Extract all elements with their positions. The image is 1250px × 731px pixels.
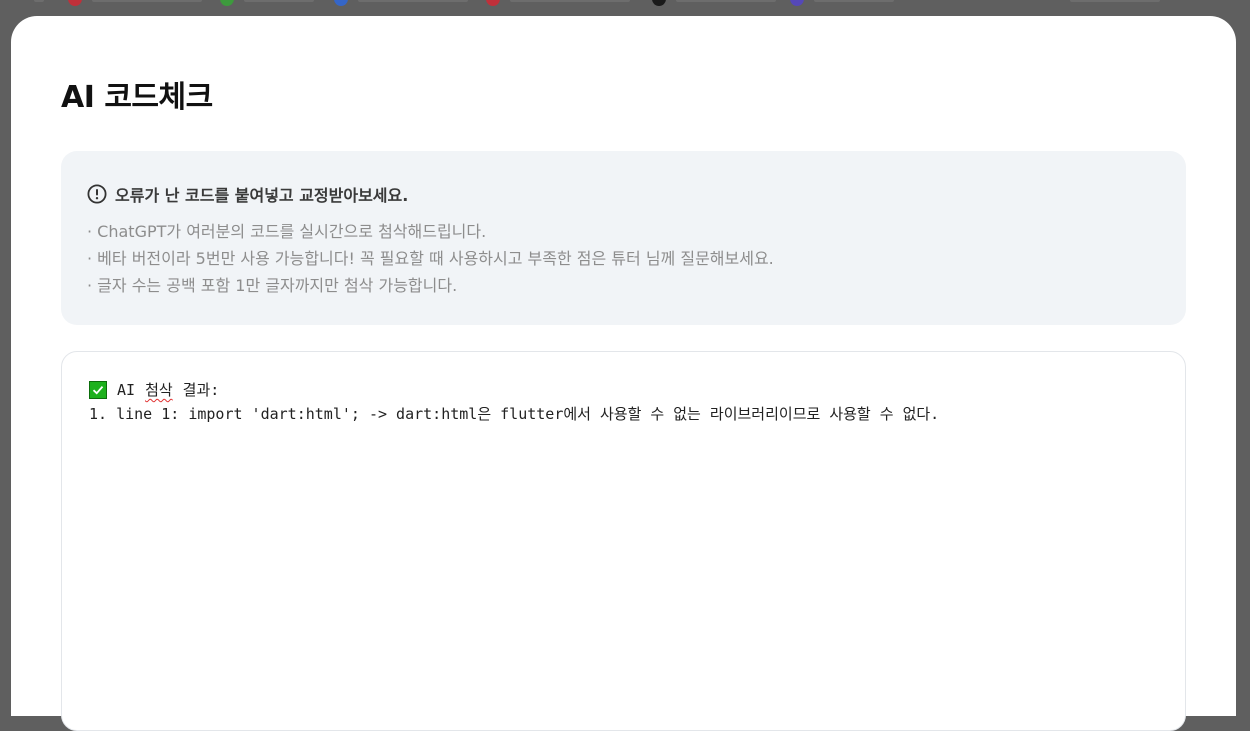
notice-header: 오류가 난 코드를 붙여넣고 교정받아보세요. [87,182,408,206]
green-checkmark-icon [89,381,107,399]
result-panel[interactable]: AI 첨삭 결과: 1. line 1: import 'dart:html';… [61,351,1186,731]
background-divider [92,0,202,2]
result-suffix: 결과: [182,381,220,399]
result-header: AI 첨삭 결과: [89,379,219,401]
notice-item: · 베타 버전이라 5번만 사용 가능합니다! 꼭 필요할 때 사용하시고 부족… [87,249,774,268]
background-favicon [220,0,234,6]
notice-list: · ChatGPT가 여러분의 코드를 실시간으로 첨삭해드립니다. · 베타 … [87,218,774,299]
notice-title: 오류가 난 코드를 붙여넣고 교정받아보세요. [115,186,409,205]
background-favicon [790,0,804,6]
exclamation-circle-icon [87,184,107,204]
result-label: 첨삭 [145,381,173,399]
notice-item: · 글자 수는 공백 포함 1만 글자까지만 첨삭 가능합니다. [87,276,458,295]
notice-item: · ChatGPT가 여러분의 코드를 실시간으로 첨삭해드립니다. [87,222,487,241]
background-divider [34,0,44,2]
background-tab-strip [0,0,1250,16]
result-prefix: AI [117,381,136,399]
notice-box: 오류가 난 코드를 붙여넣고 교정받아보세요. · ChatGPT가 여러분의 … [61,151,1186,325]
result-line: 1. line 1: import 'dart:html'; -> dart:h… [89,405,940,423]
background-favicon [486,0,500,6]
background-favicon [334,0,348,6]
background-divider [510,0,630,2]
background-divider [244,0,314,2]
background-favicon [652,0,666,6]
background-divider [1070,0,1160,2]
page-title: AI 코드체크 [61,80,213,115]
background-divider [814,0,894,2]
code-check-modal: AI 코드체크 오류가 난 코드를 붙여넣고 교정받아보세요. · ChatGP… [11,16,1236,731]
background-divider [676,0,776,2]
background-favicon [68,0,82,6]
background-divider [358,0,468,2]
